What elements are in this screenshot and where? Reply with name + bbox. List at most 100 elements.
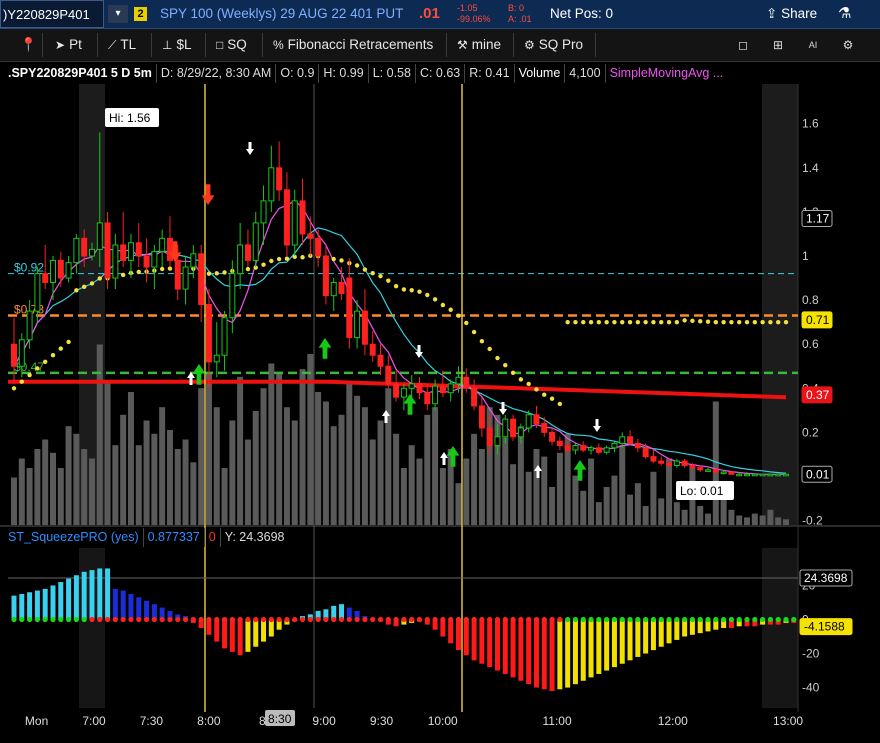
volume-bar (627, 494, 634, 525)
squeeze-dot (416, 616, 423, 623)
candle-body (198, 253, 205, 306)
volume-bar (759, 515, 766, 525)
volume-bar (151, 433, 158, 525)
volume-bar (377, 420, 384, 525)
average-dot (698, 319, 703, 324)
squeeze-bar (128, 593, 134, 620)
squeeze-dot (736, 616, 742, 623)
squeeze-dot (713, 616, 719, 623)
average-dot (19, 379, 24, 384)
squeeze-tick-label: -40 (802, 681, 820, 695)
squeeze-dot (26, 616, 33, 623)
average-dot (659, 319, 664, 325)
squeeze-bar (572, 619, 578, 685)
volume-bar (260, 388, 267, 525)
volume-bar (237, 376, 244, 525)
average-dot (471, 329, 477, 335)
average-dot (620, 319, 625, 325)
squeeze-bar (643, 619, 649, 654)
squeeze-dot (705, 616, 711, 623)
candle-body (712, 469, 719, 473)
squeeze-bar (42, 588, 48, 620)
candle-body (346, 277, 353, 339)
candle-body (213, 354, 220, 363)
squeeze-dot (760, 616, 766, 623)
candle-body (447, 383, 454, 394)
squeeze-dot (97, 616, 103, 623)
squeeze-dot (666, 616, 672, 623)
candle-body (471, 387, 478, 407)
squeeze-dot (307, 616, 313, 623)
chart-symbol: .SPY220829P401 5 D 5m (8, 64, 157, 83)
squeeze-dot (245, 616, 251, 623)
volume-bar (369, 439, 376, 525)
squeeze-dot (689, 616, 696, 623)
candle-body (705, 469, 712, 472)
candle-body (767, 473, 774, 477)
squeeze-dot (198, 616, 204, 623)
candle-body (18, 339, 25, 367)
volume-bar (416, 458, 423, 525)
volume-bar (299, 369, 306, 525)
study-y-value: Y: 24.3698 (224, 530, 285, 544)
squeeze-dot (354, 616, 360, 623)
squeeze-dot (401, 616, 407, 623)
squeeze-dot (744, 616, 750, 623)
postmarket-shade-study (762, 548, 798, 708)
squeeze-dot (580, 616, 586, 623)
squeeze-bar (11, 595, 17, 620)
candle-body (642, 447, 649, 458)
candle-body (502, 418, 509, 438)
volume-bar (330, 426, 337, 525)
candle-body (190, 253, 197, 268)
info-open: O: 0.9 (276, 64, 320, 83)
volume-bar (666, 458, 673, 525)
volume-bar (104, 382, 111, 525)
squeeze-dot (627, 616, 633, 623)
volume-bar (393, 433, 400, 525)
volume-bar (283, 407, 290, 525)
study-name[interactable]: ST_SqueezePRO (yes) (8, 528, 144, 547)
info-study[interactable]: SimpleMovingAvg ... (606, 64, 728, 83)
squeeze-dot (549, 616, 555, 623)
candle-body (611, 442, 618, 449)
average-dot (627, 319, 633, 325)
volume-bar (642, 506, 649, 525)
average-dot (682, 318, 687, 323)
volume-bar (26, 468, 33, 525)
squeeze-dot (167, 616, 173, 623)
squeeze-dot (557, 616, 563, 623)
candle-body (291, 200, 298, 246)
squeeze-dot (159, 616, 165, 623)
volume-bar (408, 445, 415, 525)
volume-bar (744, 517, 751, 525)
squeeze-bar (596, 619, 602, 674)
candle-body (385, 365, 392, 385)
volume-bar (588, 458, 595, 525)
squeeze-bar (97, 568, 103, 620)
average-dot (354, 263, 360, 268)
volume-bar (549, 487, 556, 525)
average-dot (565, 319, 570, 325)
squeeze-dot (315, 616, 321, 623)
price-label-text: 0.71 (806, 313, 830, 327)
volume-bar (182, 439, 189, 525)
squeeze-dot (190, 616, 196, 623)
squeeze-bar (502, 619, 508, 674)
volume-bar (502, 437, 509, 525)
volume-bar (307, 354, 314, 525)
candle-body (759, 473, 766, 477)
chart-canvas[interactable]: 1.61.41.210.80.60.40.20-0.2$0.92$0.73$0.… (0, 0, 880, 743)
squeeze-dot (643, 616, 649, 623)
squeeze-bar (611, 619, 617, 668)
average-dot (768, 319, 773, 325)
squeeze-dot (611, 616, 618, 623)
volume-bar (580, 490, 587, 525)
candle-body (182, 266, 189, 290)
candle-body (510, 418, 517, 438)
squeeze-dot (393, 616, 399, 623)
candle-body (73, 237, 80, 264)
volume-bar (658, 498, 665, 525)
volume-bar (221, 468, 228, 525)
candle-body (112, 244, 119, 279)
